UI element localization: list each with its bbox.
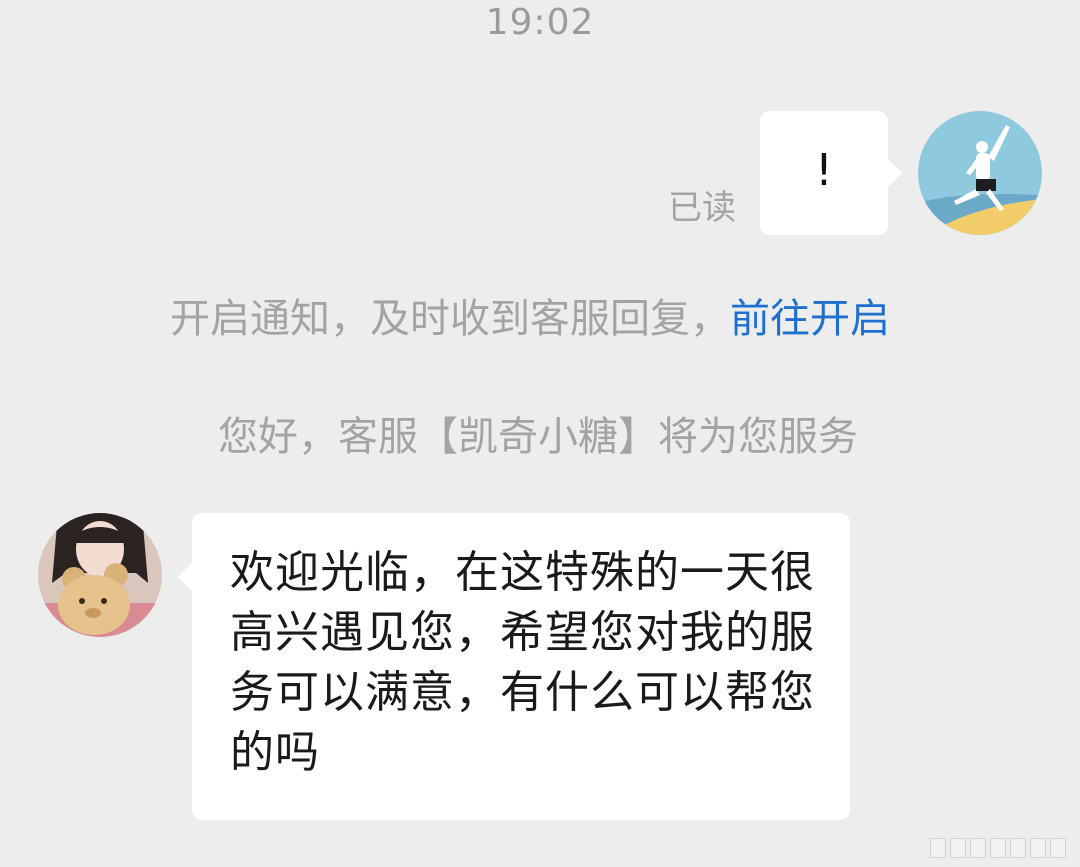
system-welcome-message: 您好，客服【凯奇小糖】将为您服务 [218,414,858,460]
watermark-glyph [950,838,966,858]
watermark-glyph [990,838,1006,858]
read-status: 已读 [668,188,736,228]
watermark-glyph [1010,838,1026,858]
agent-message-bubble[interactable]: 欢迎光临，在这特殊的一天很高兴遇见您，希望您对我的服务可以满意，有什么可以帮您的… [178,513,850,820]
notification-notice: 开启通知，及时收到客服回复，前往开启 [0,286,1070,344]
notice-text: 开启通知，及时收到客服回复， [170,296,730,342]
user-avatar-icon [918,111,1042,235]
agent-avatar-icon [38,513,162,637]
watermark-glyph [1030,838,1046,858]
user-avatar[interactable] [918,111,1042,235]
watermark-glyph [930,838,946,858]
sent-message-text: ! [815,145,833,196]
watermark [930,838,1070,860]
watermark-glyph [1050,838,1066,858]
sent-message-bubble[interactable]: ! [760,111,902,235]
enable-notification-link[interactable]: 前往开启 [730,296,890,342]
agent-avatar[interactable] [38,513,162,637]
agent-message-text: 欢迎光临，在这特殊的一天很高兴遇见您，希望您对我的服务可以满意，有什么可以帮您的… [230,547,815,778]
message-timestamp: 19:02 [485,2,595,43]
watermark-glyph [970,838,986,858]
